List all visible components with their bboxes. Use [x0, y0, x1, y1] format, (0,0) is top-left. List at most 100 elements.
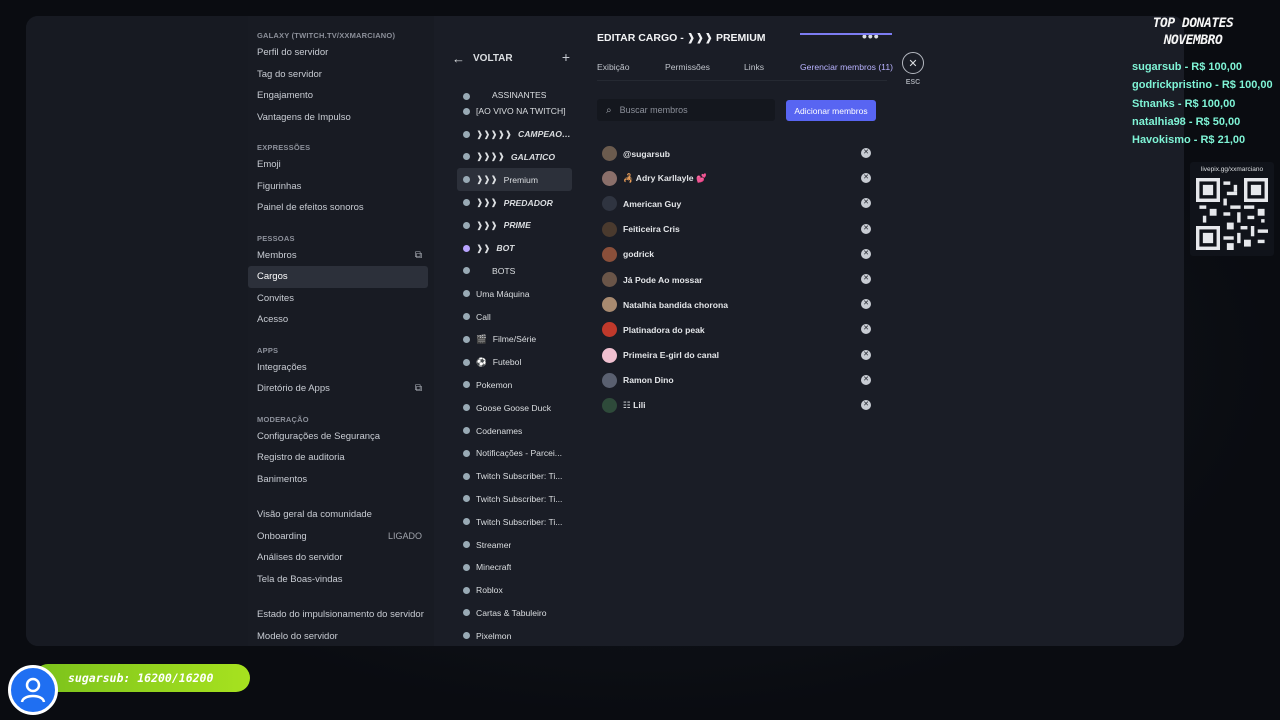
- sidebar-item-onboarding[interactable]: Onboarding LIGADO: [248, 526, 428, 548]
- remove-member-icon[interactable]: ✕: [861, 399, 871, 410]
- sidebar-item-engagement[interactable]: Engajamento: [248, 85, 428, 107]
- remove-member-icon[interactable]: ✕: [861, 374, 871, 385]
- role-label: PRIME: [503, 220, 531, 231]
- role-prefix: ❱❱❱: [476, 174, 498, 185]
- settings-sidebar: GALAXY (TWITCH.TV/XXMARCIANO) Perfil do …: [248, 16, 434, 646]
- member-name: Primeira E-girl do canal: [623, 350, 719, 361]
- role-item[interactable]: ❱❱❱ Premium: [457, 168, 572, 192]
- role-item[interactable]: Twitch Subscriber: Ti...: [457, 465, 572, 488]
- member-row[interactable]: 🦂 Adry Karllayle 💕 ✕: [602, 166, 872, 191]
- remove-member-icon[interactable]: ✕: [861, 148, 871, 158]
- sidebar-item-safety-setup[interactable]: Configurações de Segurança: [248, 426, 428, 448]
- add-members-button[interactable]: Adicionar membros: [786, 100, 876, 121]
- sidebar-item-integrations[interactable]: Integrações: [248, 357, 428, 379]
- role-label: Twitch Subscriber: Ti...: [476, 516, 563, 527]
- role-item[interactable]: BOTS: [457, 260, 572, 283]
- close-settings: ✕ ESC: [902, 52, 924, 86]
- role-label: Streamer: [476, 539, 512, 550]
- search-input[interactable]: [619, 105, 760, 115]
- tab-links[interactable]: Links: [744, 62, 764, 72]
- remove-member-icon[interactable]: ✕: [861, 223, 871, 234]
- role-item[interactable]: 🎬 Filme/Série: [457, 328, 572, 351]
- more-options-button[interactable]: •••: [862, 28, 880, 44]
- role-item[interactable]: ASSINANTES: [457, 89, 572, 100]
- tab-display[interactable]: Exibição: [597, 62, 629, 72]
- role-color-dot: [463, 313, 470, 321]
- role-item[interactable]: Cartas & Tabuleiro: [457, 602, 572, 625]
- role-label: Twitch Subscriber: Ti...: [476, 471, 563, 482]
- remove-member-icon[interactable]: ✕: [861, 248, 871, 259]
- remove-member-icon[interactable]: ✕: [861, 198, 871, 209]
- section-header-people: PESSOAS: [257, 233, 295, 243]
- close-button[interactable]: ✕: [902, 52, 924, 74]
- role-item[interactable]: ⚽ Futebol: [457, 351, 572, 374]
- member-row[interactable]: ☷ Lili ✕: [602, 393, 872, 418]
- role-item[interactable]: ❱❱❱❱❱ CAMPEAO D...: [457, 123, 572, 146]
- role-prefix: ❱❱❱: [476, 197, 498, 208]
- tab-manage-members[interactable]: Gerenciar membros (11): [800, 62, 893, 72]
- member-row[interactable]: Natalhia bandida chorona ✕: [602, 292, 872, 317]
- sidebar-item-emoji[interactable]: Emoji: [248, 154, 428, 176]
- member-row[interactable]: Ramon Dino ✕: [602, 368, 872, 393]
- create-role-button[interactable]: +: [562, 49, 570, 65]
- sidebar-item-server-profile[interactable]: Perfil do servidor: [248, 42, 428, 64]
- sidebar-item-members[interactable]: Membros ⧉: [248, 245, 428, 267]
- sidebar-item-community-overview[interactable]: Visão geral da comunidade: [248, 504, 428, 526]
- member-row[interactable]: godrick ✕: [602, 242, 872, 267]
- sidebar-item-roles[interactable]: Cargos: [248, 266, 428, 288]
- qr-label: livepix.gg/xxmarciano: [1200, 166, 1264, 173]
- role-color-dot: [463, 130, 470, 138]
- member-row[interactable]: Platinadora do peak ✕: [602, 317, 872, 342]
- remove-member-icon[interactable]: ✕: [861, 273, 871, 284]
- remove-member-icon[interactable]: ✕: [861, 299, 871, 310]
- sidebar-item-server-tag[interactable]: Tag do servidor: [248, 64, 428, 86]
- sidebar-item-stickers[interactable]: Figurinhas: [248, 176, 428, 198]
- role-item[interactable]: Twitch Subscriber: Ti...: [457, 510, 572, 533]
- remove-member-icon[interactable]: ✕: [861, 324, 871, 335]
- sidebar-item-soundboard[interactable]: Painel de efeitos sonoros: [248, 197, 428, 219]
- remove-member-icon[interactable]: ✕: [861, 173, 871, 184]
- remove-member-icon[interactable]: ✕: [861, 349, 871, 360]
- role-item[interactable]: Notificações - Parcei...: [457, 442, 572, 465]
- arrow-left-icon: ←: [452, 50, 465, 66]
- role-item[interactable]: Pokemon: [457, 374, 572, 397]
- role-label: Pokemon: [476, 379, 513, 390]
- sidebar-item-server-insights[interactable]: Análises do servidor: [248, 547, 428, 569]
- role-item[interactable]: Goose Goose Duck: [457, 396, 572, 419]
- member-row[interactable]: Já Pode Ao mossar ✕: [602, 267, 872, 292]
- role-item[interactable]: Roblox: [457, 579, 572, 602]
- role-item[interactable]: Pixelmon: [457, 624, 572, 646]
- member-row[interactable]: American Guy ✕: [602, 191, 872, 216]
- role-item[interactable]: ❱❱ BOT: [457, 237, 572, 260]
- member-name: @sugarsub: [623, 148, 671, 159]
- sidebar-item-audit-log[interactable]: Registro de auditoria: [248, 447, 428, 469]
- sidebar-item-access[interactable]: Acesso: [248, 309, 428, 331]
- tab-permissions[interactable]: Permissões: [665, 62, 710, 72]
- member-row[interactable]: @sugarsub ✕: [602, 141, 872, 166]
- sidebar-item-app-directory[interactable]: Diretório de Apps ⧉: [248, 378, 428, 400]
- sidebar-item-server-template[interactable]: Modelo do servidor: [248, 626, 428, 647]
- member-row[interactable]: Feiticeira Cris ✕: [602, 217, 872, 242]
- role-item[interactable]: Uma Máquina: [457, 282, 572, 305]
- role-color-dot: [463, 404, 470, 412]
- members-list: @sugarsub ✕ 🦂 Adry Karllayle 💕 ✕ American Gu…: [602, 141, 872, 418]
- role-item[interactable]: Call: [457, 305, 572, 328]
- role-item[interactable]: Minecraft: [457, 556, 572, 579]
- sidebar-item-boost-perks[interactable]: Vantagens de Impulso: [248, 107, 428, 129]
- role-label: BOT: [496, 243, 515, 254]
- role-item[interactable]: Codenames: [457, 419, 572, 442]
- role-item[interactable]: Streamer: [457, 533, 572, 556]
- sidebar-item-welcome-screen[interactable]: Tela de Boas-vindas: [248, 569, 428, 591]
- role-prefix: ❱❱❱❱: [476, 151, 505, 162]
- member-row[interactable]: Primeira E-girl do canal ✕: [602, 343, 872, 368]
- sidebar-item-invites[interactable]: Convites: [248, 288, 428, 310]
- sidebar-item-bans[interactable]: Banimentos: [248, 469, 428, 491]
- role-item[interactable]: ❱❱❱❱ GALATICO: [457, 146, 572, 169]
- role-item[interactable]: ❱❱❱ PRIME: [457, 214, 572, 237]
- role-item[interactable]: [AO VIVO NA TWITCH]: [457, 100, 572, 123]
- sidebar-item-boost-status[interactable]: Estado do impulsionamento do servidor: [248, 604, 428, 626]
- back-button[interactable]: ← VOLTAR: [452, 50, 513, 66]
- search-icon: ⌕: [606, 104, 612, 116]
- role-item[interactable]: ❱❱❱ PREDADOR: [457, 191, 572, 214]
- role-item[interactable]: Twitch Subscriber: Ti...: [457, 488, 572, 511]
